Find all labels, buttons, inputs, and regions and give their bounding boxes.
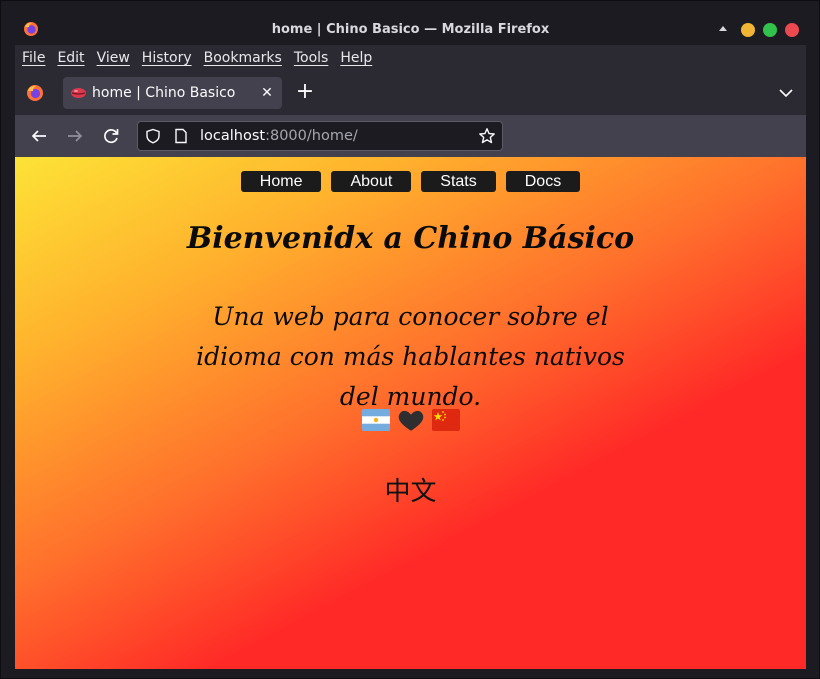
china-flag-icon [431, 409, 460, 431]
tab-home[interactable]: home | Chino Basico ✕ [63, 77, 282, 109]
menu-view[interactable]: View [97, 50, 130, 66]
chevron-down-icon[interactable] [777, 84, 795, 102]
forward-arrow-icon[interactable] [65, 126, 85, 146]
menu-tools[interactable]: Tools [294, 50, 329, 66]
reload-icon[interactable] [101, 126, 121, 146]
menu-bookmarks[interactable]: Bookmarks [204, 50, 282, 66]
menu-file[interactable]: File [22, 50, 45, 66]
title-bar: home | Chino Basico — Mozilla Firefox [15, 15, 806, 45]
minimize-button[interactable] [741, 23, 755, 37]
nav-about-button[interactable]: About [331, 171, 412, 192]
navigation-toolbar: localhost:8000/home/ [15, 115, 806, 157]
new-tab-button[interactable]: + [295, 81, 315, 103]
nav-stats-button[interactable]: Stats [421, 171, 496, 192]
menu-edit[interactable]: Edit [57, 50, 84, 66]
url-host: localhost [200, 128, 266, 144]
page-icon[interactable] [173, 128, 189, 144]
lips-favicon-icon [71, 88, 86, 98]
chinese-characters: 中文 [384, 477, 437, 507]
close-tab-icon[interactable]: ✕ [260, 86, 274, 100]
browser-window: home | Chino Basico — Mozilla Firefox Fi… [0, 0, 820, 679]
menu-bar: File Edit View History Bookmarks Tools H… [15, 45, 806, 71]
argentina-flag-icon [361, 409, 390, 431]
menu-help[interactable]: Help [340, 50, 372, 66]
site-nav: Home About Stats Docs [15, 171, 806, 193]
flags-row [15, 407, 806, 433]
url-bar[interactable]: localhost:8000/home/ [137, 121, 503, 151]
nav-docs-button[interactable]: Docs [505, 171, 581, 192]
caret-up-icon[interactable] [719, 26, 727, 31]
nav-home-button[interactable]: Home [240, 171, 322, 192]
close-window-button[interactable] [785, 23, 799, 37]
maximize-button[interactable] [763, 23, 777, 37]
back-arrow-icon[interactable] [29, 126, 49, 146]
menu-history[interactable]: History [142, 50, 192, 66]
firefox-view-icon[interactable] [26, 84, 44, 102]
tab-strip: home | Chino Basico ✕ + [15, 71, 806, 115]
tab-title: home | Chino Basico [92, 85, 236, 101]
bookmark-star-icon[interactable] [478, 127, 496, 145]
black-heart-icon [398, 410, 423, 431]
page-subtitle: Una web para conocer sobre el idioma con… [196, 302, 625, 411]
url-text[interactable]: localhost:8000/home/ [200, 122, 358, 150]
window-title: home | Chino Basico — Mozilla Firefox [271, 22, 550, 37]
url-path: :8000/home/ [265, 128, 358, 144]
page-content: Home About Stats Docs Bienvenidx a Chino… [15, 157, 806, 669]
page-title: Bienvenidx a Chino Básico [186, 221, 635, 256]
shield-icon[interactable] [145, 128, 161, 144]
